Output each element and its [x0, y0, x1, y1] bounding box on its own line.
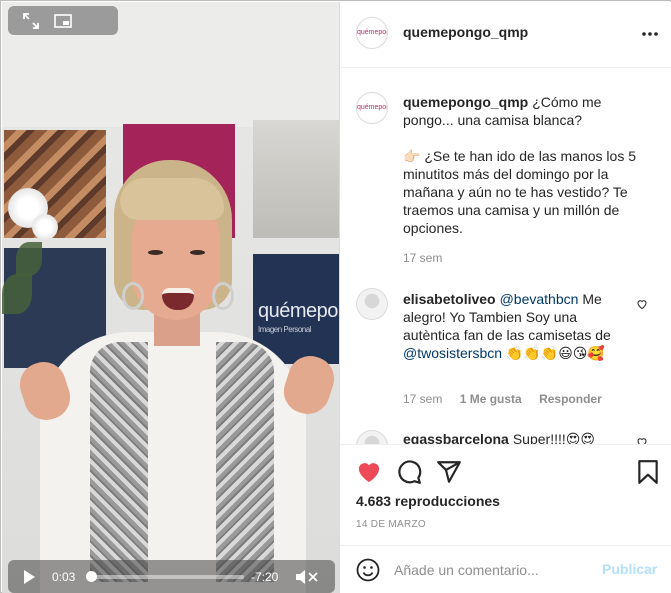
caption-text-line2: 👉🏻 ¿Se te han ido de las manos los 5 min… [403, 148, 637, 236]
view-count[interactable]: 4.683 reproducciones [356, 493, 500, 509]
comment-username[interactable]: elisabetoliveo [403, 291, 496, 307]
picture-in-picture-icon[interactable] [54, 12, 72, 30]
comment-age[interactable]: 17 sem [403, 392, 442, 406]
instagram-post-modal: quémepon Imagen Personal [0, 0, 671, 593]
video-player[interactable]: quémepon Imagen Personal [2, 2, 339, 593]
presenter-earring [122, 282, 144, 310]
presenter-eye [148, 250, 163, 255]
comment-likes[interactable]: 1 Me gusta [460, 392, 522, 406]
presenter-vest-right [216, 342, 274, 582]
comment-emojis: 👏👏👏😃😘🥰 [505, 345, 605, 361]
comment-icon[interactable] [396, 459, 422, 485]
expand-icon[interactable] [22, 12, 40, 30]
comment-mention[interactable]: @twosistersbcn [403, 345, 502, 361]
seek-bar[interactable] [90, 575, 244, 579]
comment: elisabetoliveo @bevathbcn Me alegro! Yo T… [403, 290, 627, 362]
comment-mention[interactable]: @bevathbcn [500, 291, 579, 307]
comment-like-icon[interactable] [636, 298, 648, 310]
comment-username[interactable]: egassbarcelona [403, 431, 509, 444]
seek-handle[interactable] [86, 571, 97, 582]
post-header: quémepongo quemepongo_qmp [340, 2, 671, 68]
presenter-eye [190, 250, 205, 255]
emoji-icon[interactable] [356, 558, 380, 582]
avatar[interactable]: quémepongo [356, 92, 388, 124]
comment-like-icon[interactable] [636, 436, 648, 444]
presenter-earring [212, 282, 234, 310]
commenter-avatar[interactable] [356, 430, 388, 444]
comment-meta: 17 sem 1 Me gusta Responder [403, 392, 616, 406]
caption-meta: 17 sem [403, 251, 456, 265]
post-sidebar: quémepongo quemepongo_qmp quémepongo que… [339, 2, 671, 593]
presenter-vest-left [90, 342, 148, 582]
bookmark-icon[interactable] [635, 459, 661, 485]
mute-icon[interactable] [294, 568, 320, 586]
post-comment-button[interactable]: Publicar [602, 561, 657, 577]
caption-username[interactable]: quemepongo_qmp [403, 94, 528, 110]
share-icon[interactable] [436, 459, 462, 485]
comment-text: Super!!!!😍😍 [512, 431, 595, 444]
video-control-bar: 0:03 -7:20 [8, 560, 335, 593]
avatar[interactable]: quémepongo [356, 17, 388, 49]
video-top-controls [8, 6, 118, 35]
post-date[interactable]: 14 DE MARZO [356, 519, 426, 530]
caption-age[interactable]: 17 sem [403, 251, 442, 265]
post-username[interactable]: quemepongo_qmp [403, 24, 528, 40]
more-icon[interactable] [640, 24, 660, 44]
caption: quemepongo_qmp ¿Cómo me pongo... una cami… [403, 93, 655, 237]
comments-scroll-area[interactable]: quémepongo quemepongo_qmp¿Cómo me pongo.… [340, 68, 671, 444]
add-comment-row: Publicar [340, 545, 671, 593]
play-icon[interactable] [21, 569, 37, 585]
comment-input[interactable] [394, 559, 584, 581]
commenter-avatar[interactable] [356, 288, 388, 320]
heart-icon[interactable] [356, 459, 382, 485]
comment: egassbarcelona Super!!!!😍😍 [403, 430, 627, 444]
remaining-time: -7:20 [251, 570, 279, 584]
reply-button[interactable]: Responder [539, 392, 602, 406]
post-actions: 4.683 reproducciones 14 DE MARZO Publica… [340, 444, 671, 593]
presenter [2, 2, 339, 593]
presenter-fringe [120, 178, 224, 220]
current-time: 0:03 [52, 570, 76, 584]
